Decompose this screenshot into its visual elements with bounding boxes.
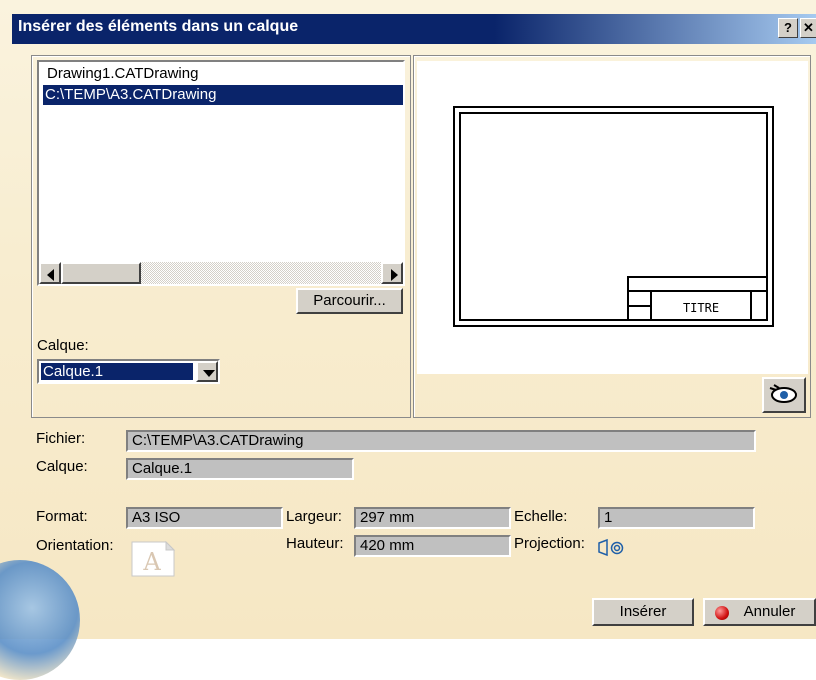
orientation-label: Orientation: <box>36 537 114 554</box>
title-block-text: TITRE <box>683 301 719 315</box>
eye-icon <box>769 384 797 403</box>
list-item-selected[interactable]: C:\TEMP\A3.CATDrawing <box>43 85 403 105</box>
visualization-button[interactable] <box>762 377 806 413</box>
calque-select-value: Calque.1 <box>41 363 193 380</box>
sheet-outer-frame <box>453 106 774 327</box>
projection-label: Projection: <box>514 535 585 552</box>
largeur-field: 297 mm <box>354 507 511 529</box>
orientation-icon-letter: A <box>142 548 161 576</box>
dialog-title: Insérer des éléments dans un calque <box>18 18 299 35</box>
calque-select[interactable]: Calque.1 <box>37 359 220 384</box>
cancel-icon <box>715 606 729 620</box>
arrow-right-icon <box>391 269 398 281</box>
scroll-right-button[interactable] <box>381 262 403 284</box>
hauteur-field: 420 mm <box>354 535 511 557</box>
chevron-down-icon <box>203 370 215 377</box>
file-list[interactable]: Drawing1.CATDrawing C:\TEMP\A3.CATDrawin… <box>37 60 405 286</box>
help-button[interactable]: ? <box>778 18 798 38</box>
largeur-label: Largeur: <box>286 508 342 525</box>
projection-icon <box>598 538 638 558</box>
cancel-button-label: Annuler <box>743 603 796 620</box>
echelle-field: 1 <box>598 507 755 529</box>
format-field: A3 ISO <box>126 507 283 529</box>
arrow-left-icon <box>47 269 54 281</box>
horizontal-scrollbar[interactable] <box>39 262 403 284</box>
echelle-label: Echelle: <box>514 508 568 525</box>
browse-button[interactable]: Parcourir... <box>296 288 403 314</box>
fichier-label: Fichier: <box>36 430 86 447</box>
preview-area: TITRE <box>417 61 808 374</box>
sheet-inner-frame <box>459 112 768 321</box>
calque-label: Calque: <box>36 458 88 475</box>
drawing-preview: TITRE <box>453 106 774 327</box>
fichier-field: C:\TEMP\A3.CATDrawing <box>126 430 756 452</box>
orientation-icon: A <box>130 540 176 577</box>
scroll-thumb[interactable] <box>61 262 141 284</box>
hauteur-label: Hauteur: <box>286 535 344 552</box>
calque-select-label: Calque: <box>37 337 89 354</box>
calque-dropdown-button[interactable] <box>196 361 218 382</box>
insert-button[interactable]: Insérer <box>592 598 694 626</box>
scroll-left-button[interactable] <box>39 262 61 284</box>
close-button[interactable]: ✕ <box>800 18 816 38</box>
cancel-button[interactable]: Annuler <box>703 598 816 626</box>
calque-field: Calque.1 <box>126 458 354 480</box>
list-item[interactable]: Drawing1.CATDrawing <box>45 64 200 84</box>
dialog-title-bar[interactable]: Insérer des éléments dans un calque ? ✕ <box>12 14 816 44</box>
format-label: Format: <box>36 508 88 525</box>
